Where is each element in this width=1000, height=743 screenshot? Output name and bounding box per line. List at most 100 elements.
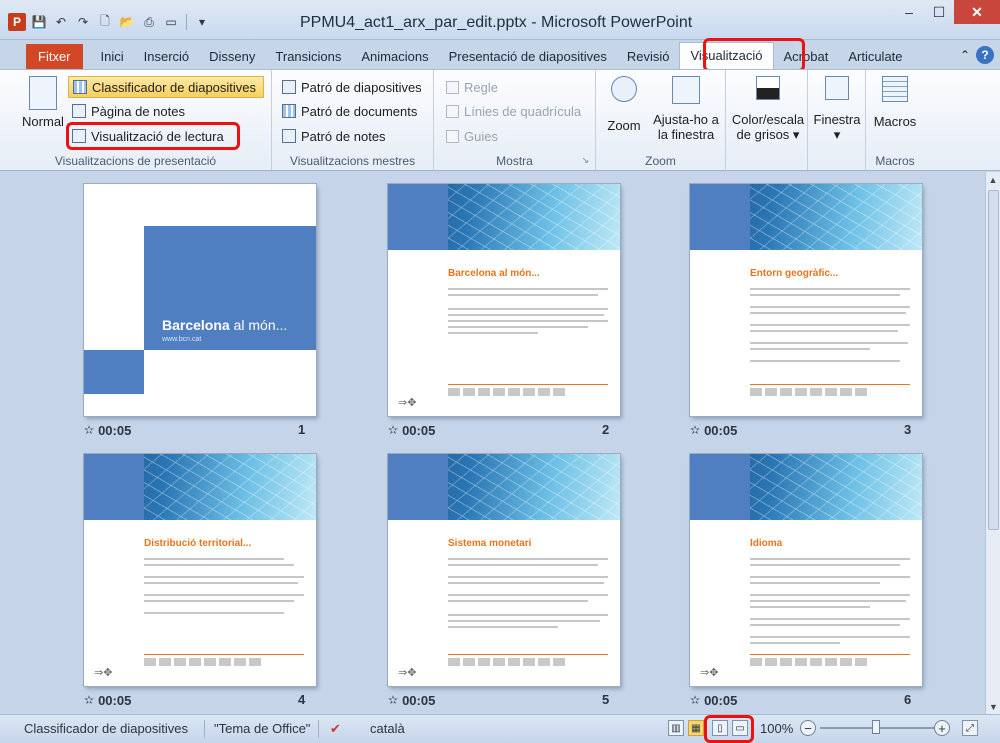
body-text [750,306,910,308]
body-text [750,558,910,560]
slide-footer-text [448,658,568,666]
handout-master-label: Patró de documents [301,103,418,119]
body-text [144,600,294,602]
view-tab-highlight [703,38,805,72]
fit-to-window-icon [672,76,700,104]
redo-icon[interactable]: ↷ [74,13,92,31]
slide-thumbnail-2[interactable]: Barcelona al món... ⇒✥ [388,184,620,416]
handout-master-button[interactable]: Patró de documents [278,100,421,122]
minimize-ribbon-icon[interactable]: ⌃ [960,48,970,62]
customize-qat-icon[interactable]: ▾ [193,13,211,31]
tab-review[interactable]: Revisió [617,44,680,70]
body-text [448,288,608,290]
notes-page-button[interactable]: Pàgina de notes [68,100,189,122]
gridlines-checkbox[interactable]: Línies de quadrícula [442,100,585,122]
close-icon[interactable]: ✕ [954,0,1000,24]
window-button[interactable]: Finestra ▾ [812,76,862,142]
maximize-icon[interactable]: ☐ [924,0,954,24]
reading-view-status-highlight [704,715,754,743]
normal-view-status-button[interactable]: ▥ [668,720,684,736]
normal-view-button[interactable]: Normal [20,76,66,129]
tab-insert[interactable]: Inserció [134,44,200,70]
window-label: Finestra [813,112,861,127]
notes-page-label: Pàgina de notes [91,103,185,119]
slide-2-title: Barcelona al món... [448,268,540,279]
group-label-macros: Macros [875,154,915,168]
slide-thumbnail-3[interactable]: Entorn geogràfic... [690,184,922,416]
minimize-icon[interactable]: – [894,0,924,24]
zoom-button[interactable]: Zoom [604,76,644,133]
ruler-checkbox[interactable]: Regle [442,76,502,98]
scroll-up-icon[interactable]: ▲ [986,172,1000,187]
body-text [448,326,588,328]
nav-arrow-icon: ⇒✥ [398,397,417,409]
slide-4-title: Distribució territorial... [144,538,252,549]
slide-thumbnail-6[interactable]: Idioma ⇒✥ [690,454,922,686]
color-grayscale-icon [756,76,780,100]
body-text [448,314,604,316]
slide-sorter-button[interactable]: Classificador de diapositives [68,76,264,98]
tab-slide-show[interactable]: Presentació de diapositives [439,44,617,70]
print-preview-icon[interactable]: ⎙ [140,13,158,31]
zoom-slider-thumb[interactable] [872,720,880,734]
scroll-down-icon[interactable]: ▼ [986,699,1000,714]
dialog-launcher-icon[interactable]: ↘ [581,155,589,166]
status-theme-name[interactable]: "Tema de Office" [214,721,310,736]
slide-master-button[interactable]: Patró de diapositives [278,76,426,98]
body-text [750,342,908,344]
slide-thumbnail-5[interactable]: Sistema monetari ⇒✥ [388,454,620,686]
slide-thumbnail-4[interactable]: Distribució territorial... ⇒✥ [84,454,316,686]
transition-star-icon: ✫ [84,693,95,707]
slide-thumbnail-1[interactable]: Barcelona al món... www.bcn.cat [84,184,316,416]
save-icon[interactable]: 💾 [30,13,48,31]
zoom-level[interactable]: 100% [760,721,793,736]
notes-master-button[interactable]: Patró de notes [278,125,390,147]
new-file-icon[interactable]: 🗋 [96,13,114,31]
zoom-in-icon[interactable]: + [934,720,950,736]
slide-footer-text [750,388,870,396]
tab-home[interactable]: Inici [91,44,134,70]
tab-design[interactable]: Disseny [199,44,265,70]
zoom-out-icon[interactable]: − [800,720,816,736]
vertical-scrollbar[interactable]: ▲ ▼ [985,172,1000,714]
qat-separator [186,14,187,30]
powerpoint-app-icon[interactable]: P [8,13,26,31]
window-controls: – ☐ ✕ [894,0,1000,24]
guides-checkbox[interactable]: Guies [442,125,502,147]
body-text [448,294,598,296]
title-block-top [144,184,316,226]
undo-icon[interactable]: ↶ [52,13,70,31]
slide-footer-rule [144,654,304,655]
scroll-thumb[interactable] [988,190,999,530]
body-text [750,330,898,332]
slide-2-timing: ✫ 00:05 [388,422,436,438]
transition-star-icon: ✫ [690,423,701,437]
slide-1-title: Barcelona al món... [162,317,288,333]
help-icon[interactable]: ? [976,46,994,64]
title-block-corner [84,350,144,394]
body-text [448,564,598,566]
tab-animations[interactable]: Animacions [351,44,438,70]
body-text [750,606,870,608]
macros-button[interactable]: Macros [870,76,920,129]
group-color: Color/escala de grisos ▾ [726,70,808,170]
fit-to-window-label-1: Ajusta-ho a [653,112,719,127]
open-folder-icon[interactable]: 📂 [118,13,136,31]
slide-icon[interactable]: ▭ [162,13,180,31]
tab-articulate[interactable]: Articulate [838,44,912,70]
slide-1-timing: ✫ 00:05 [84,422,132,438]
status-language[interactable]: català [370,721,405,736]
tab-file[interactable]: Fitxer [26,44,83,70]
fit-slide-to-window-icon[interactable]: ⤢ [962,720,978,736]
guides-label: Guies [464,128,498,144]
fit-to-window-button[interactable]: Ajusta-ho a la finestra [650,76,722,142]
color-grayscale-button[interactable]: Color/escala de grisos ▾ [730,76,806,142]
body-text [750,294,900,296]
slide-sorter-status-button[interactable]: ▦ [688,720,704,736]
macros-button-label: Macros [873,114,917,129]
ribbon-tabs: Fitxer Inici Inserció Disseny Transicion… [0,40,1000,70]
color-grayscale-label-2: de grisos ▾ [736,127,800,142]
slide-3-number: 3 [904,422,912,437]
tab-transitions[interactable]: Transicions [265,44,351,70]
spellcheck-icon[interactable]: ✔ [330,721,341,737]
